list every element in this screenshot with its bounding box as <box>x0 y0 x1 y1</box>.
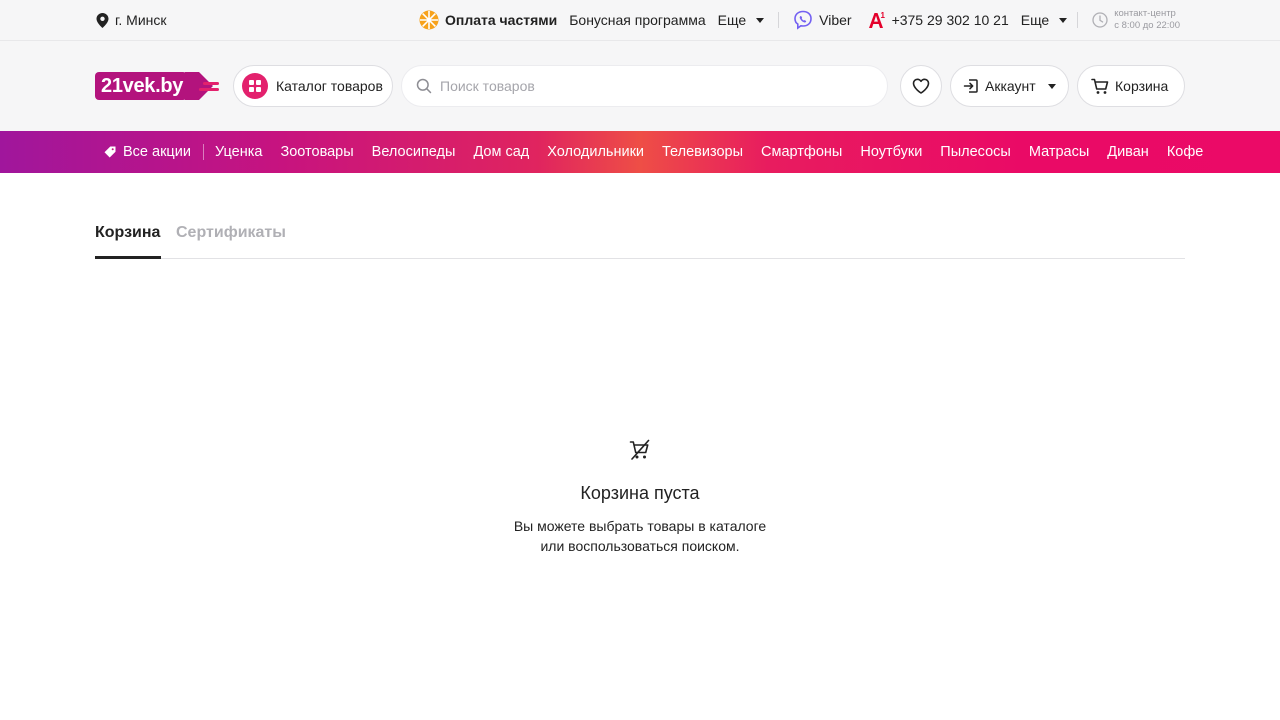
cart-tabs: Корзина Сертификаты <box>95 215 1185 259</box>
svg-text:1: 1 <box>880 11 885 20</box>
favorites-button[interactable] <box>900 65 942 107</box>
bonus-label: Бонусная программа <box>569 12 706 28</box>
cart-button[interactable]: Корзина <box>1077 65 1185 107</box>
installment-link[interactable]: Оплата частями <box>419 10 557 30</box>
cart-label: Корзина <box>1115 78 1169 94</box>
all-promotions-label: Все акции <box>123 144 191 160</box>
account-button[interactable]: Аккаунт <box>950 65 1069 107</box>
caret-down-icon <box>756 17 765 23</box>
promo-nav: Все акции Уценка Зоотовары Велосипеды До… <box>0 131 1280 173</box>
contact-center-info[interactable]: контакт-центр с 8:00 до 22:00 <box>1092 8 1180 32</box>
more-links-dropdown[interactable]: Еще <box>718 12 765 28</box>
promo-link-laptops[interactable]: Ноутбуки <box>860 144 922 160</box>
empty-cart-state: Корзина пуста Вы можете выбрать товары в… <box>440 438 840 556</box>
empty-cart-title: Корзина пуста <box>580 483 700 503</box>
orange-slice-icon <box>419 10 439 30</box>
account-label: Аккаунт <box>985 78 1036 94</box>
contact-hours: контакт-центр с 8:00 до 22:00 <box>1114 8 1180 32</box>
header: 21vek.by Каталог товаров Поиск товаров А… <box>0 41 1280 131</box>
top-links: Оплата частями Бонусная программа Еще Vi… <box>419 6 1180 34</box>
more-label: Еще <box>717 12 747 28</box>
viber-icon <box>794 10 812 30</box>
promo-link-sofa[interactable]: Диван <box>1107 144 1149 160</box>
search-icon <box>416 78 432 94</box>
empty-cart-hint-line1: Вы можете выбрать товары в каталоге <box>513 518 767 534</box>
bonus-program-link[interactable]: Бонусная программа <box>569 12 705 28</box>
top-bar: г. Минск Оплата частями Бонусная програм… <box>0 0 1280 41</box>
cart-icon <box>1091 78 1109 94</box>
logo-speed-lines-icon <box>185 72 219 100</box>
promo-link-tvs[interactable]: Телевизоры <box>662 144 743 160</box>
heart-icon <box>912 78 930 94</box>
tag-icon <box>104 146 116 158</box>
more-phones-label: Еще <box>1020 12 1050 28</box>
phone-link[interactable]: 1 +375 29 302 10 21 <box>868 11 1009 29</box>
contact-hours-label: с 8:00 до 22:00 <box>1114 20 1180 31</box>
location-pin-icon <box>96 12 109 28</box>
promo-link-mattresses[interactable]: Матрасы <box>1029 144 1089 160</box>
empty-cart-hint-line2: или воспользоваться поиском. <box>540 538 740 554</box>
clock-icon <box>1092 12 1108 28</box>
logo[interactable]: 21vek.by <box>95 72 221 100</box>
divider <box>202 144 204 160</box>
catalog-button[interactable]: Каталог товаров <box>233 65 393 107</box>
city-selector[interactable]: г. Минск <box>96 10 167 30</box>
all-promotions-link[interactable]: Все акции <box>104 144 191 160</box>
more-phones-dropdown[interactable]: Еще <box>1021 12 1068 28</box>
a1-operator-icon: 1 <box>868 11 885 28</box>
installment-label: Оплата частями <box>444 12 558 28</box>
search-input[interactable] <box>440 78 860 94</box>
tab-cart[interactable]: Корзина <box>95 224 161 259</box>
caret-down-icon <box>1059 17 1068 23</box>
catalog-label: Каталог товаров <box>276 78 383 94</box>
login-icon <box>963 79 978 93</box>
page: г. Минск Оплата частями Бонусная програм… <box>0 0 1280 720</box>
promo-link-vacuums[interactable]: Пылесосы <box>940 144 1011 160</box>
viber-label: Viber <box>819 12 852 28</box>
promo-link-smartphones[interactable]: Смартфоны <box>761 144 842 160</box>
divider <box>778 12 780 28</box>
divider <box>1077 12 1079 28</box>
promo-link-markdown[interactable]: Уценка <box>215 144 263 160</box>
viber-link[interactable]: Viber <box>793 10 852 30</box>
empty-cart-icon <box>629 439 650 460</box>
logo-text: 21vek.by <box>95 72 187 100</box>
contact-center-label: контакт-центр <box>1114 8 1176 19</box>
phone-number: +375 29 302 10 21 <box>891 12 1009 28</box>
promo-link-coffee[interactable]: Кофе <box>1167 144 1204 160</box>
promo-link-home-garden[interactable]: Дом сад <box>473 144 529 160</box>
promo-link-fridges[interactable]: Холодильники <box>547 144 644 160</box>
city-label: г. Минск <box>115 12 167 28</box>
grid-icon <box>242 73 268 99</box>
empty-cart-hint: Вы можете выбрать товары в каталоге или … <box>440 516 840 556</box>
tab-certificates[interactable]: Сертификаты <box>176 224 286 259</box>
promo-link-pet-goods[interactable]: Зоотовары <box>280 144 353 160</box>
caret-down-icon <box>1047 83 1056 89</box>
promo-link-bicycles[interactable]: Велосипеды <box>372 144 456 160</box>
search-bar[interactable] <box>401 65 888 107</box>
